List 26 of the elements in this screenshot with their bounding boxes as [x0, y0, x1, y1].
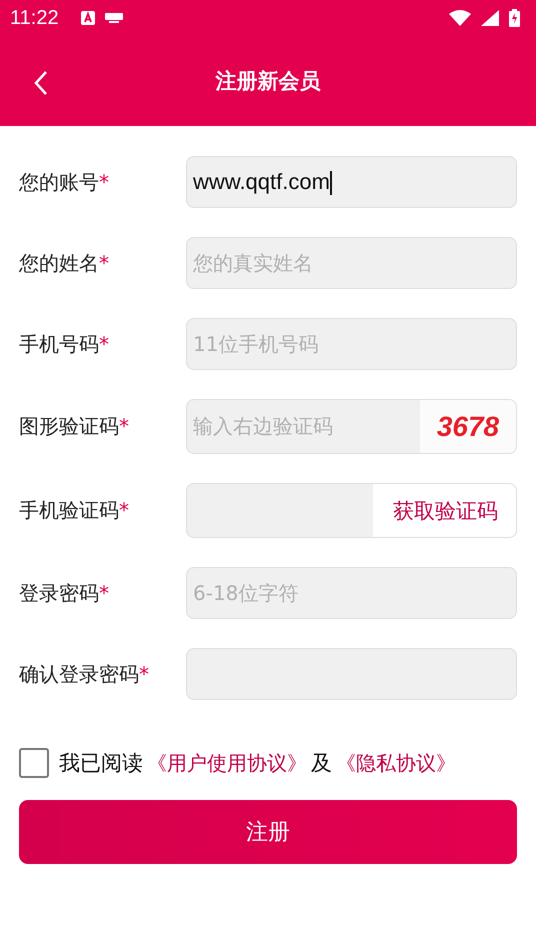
user-agreement-link[interactable]: 《用户使用协议》	[147, 750, 307, 776]
field-label: 您的账号*	[19, 168, 110, 196]
register-button[interactable]: 注册	[19, 800, 517, 864]
font-notification-icon	[80, 11, 95, 25]
field-label: 登录密码*	[19, 580, 110, 606]
agreement-text: 我已阅读	[59, 750, 143, 777]
input-field[interactable]: 输入右边验证码 3678	[186, 399, 517, 454]
signal-icon	[481, 10, 499, 26]
field-label: 图形验证码*	[19, 413, 130, 440]
input-field[interactable]: 获取验证码	[186, 483, 517, 538]
page-title: 注册新会员	[216, 68, 320, 95]
captcha-image[interactable]: 3678	[420, 400, 516, 453]
keyboard-icon	[104, 13, 123, 23]
field-label: 您的姓名*	[19, 250, 110, 276]
get-code-button[interactable]: 获取验证码	[373, 484, 516, 537]
field-label: 确认登录密码*	[19, 660, 150, 688]
battery-icon	[509, 9, 520, 27]
wifi-icon	[449, 10, 471, 26]
field-label: 手机号码*	[19, 330, 110, 358]
input-field[interactable]: www.qqtf.com	[186, 156, 517, 208]
field-label: 手机验证码*	[19, 497, 130, 524]
agreement-text: 及	[311, 750, 332, 777]
privacy-agreement-link[interactable]: 《隐私协议》	[336, 750, 456, 776]
input-field[interactable]	[186, 648, 517, 700]
status-time: 11:22	[10, 6, 59, 30]
agreement-checkbox[interactable]	[19, 748, 49, 778]
